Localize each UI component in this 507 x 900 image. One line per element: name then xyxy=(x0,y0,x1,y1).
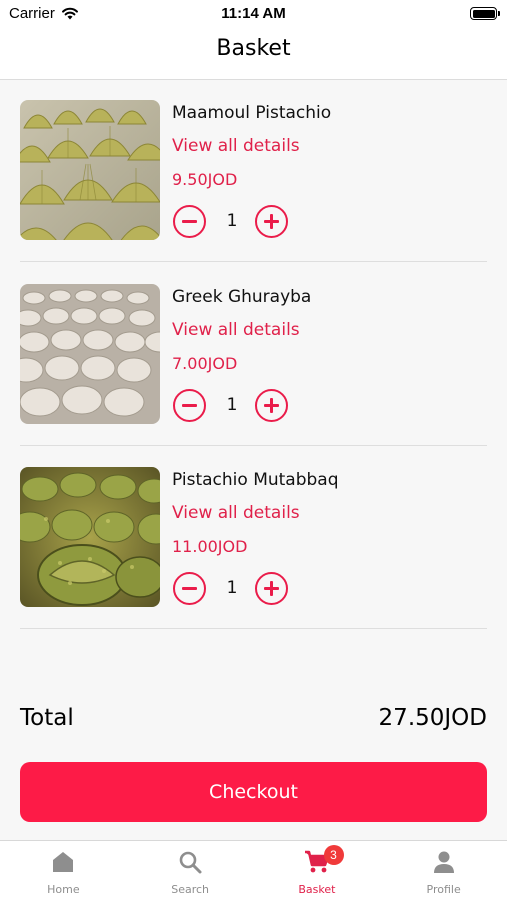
tab-bar: Home Search 3 Basket Profile xyxy=(0,840,507,900)
checkout-button[interactable]: Checkout xyxy=(20,762,487,822)
status-bar: Carrier 11:14 AM xyxy=(0,0,507,28)
status-time: 11:14 AM xyxy=(221,5,286,22)
home-icon xyxy=(50,849,76,875)
view-details-link[interactable]: View all details xyxy=(172,320,300,340)
ghurayba-photo xyxy=(20,284,160,424)
view-details-link[interactable]: View all details xyxy=(172,136,300,156)
basket-item: Maamoul Pistachio View all details 9.50J… xyxy=(20,100,487,262)
tab-label: Basket xyxy=(298,883,336,896)
item-name: Pistachio Mutabbaq xyxy=(172,470,339,490)
tab-search[interactable]: Search xyxy=(127,841,254,900)
tab-label: Search xyxy=(171,883,210,896)
search-icon xyxy=(177,849,203,875)
item-name: Maamoul Pistachio xyxy=(172,103,332,123)
decrease-quantity-button[interactable] xyxy=(173,389,206,422)
item-name: Greek Ghurayba xyxy=(172,287,312,307)
increase-quantity-button[interactable] xyxy=(255,389,288,422)
total-value: 27.50JOD xyxy=(378,705,487,731)
nav-header: Basket xyxy=(0,28,507,80)
tab-profile[interactable]: Profile xyxy=(380,841,507,900)
mutabbaq-photo xyxy=(20,467,160,607)
basket-item: Pistachio Mutabbaq View all details 11.0… xyxy=(20,467,487,629)
quantity-value: 1 xyxy=(226,211,238,231)
total-label: Total xyxy=(20,705,74,731)
quantity-value: 1 xyxy=(226,578,238,598)
increase-quantity-button[interactable] xyxy=(255,205,288,238)
tab-basket[interactable]: 3 Basket xyxy=(254,841,381,900)
person-icon xyxy=(431,849,457,875)
tab-home[interactable]: Home xyxy=(0,841,127,900)
item-price: 9.50JOD xyxy=(172,170,238,189)
page-title: Basket xyxy=(216,36,291,61)
tab-label: Home xyxy=(47,883,80,896)
quantity-value: 1 xyxy=(226,395,238,415)
increase-quantity-button[interactable] xyxy=(255,572,288,605)
item-price: 11.00JOD xyxy=(172,537,248,556)
decrease-quantity-button[interactable] xyxy=(173,205,206,238)
tab-label: Profile xyxy=(426,883,461,896)
decrease-quantity-button[interactable] xyxy=(173,572,206,605)
battery-icon xyxy=(470,7,500,20)
basket-item: Greek Ghurayba View all details 7.00JOD … xyxy=(20,284,487,446)
item-price: 7.00JOD xyxy=(172,354,238,373)
view-details-link[interactable]: View all details xyxy=(172,503,300,523)
basket-count-badge: 3 xyxy=(323,845,344,865)
maamoul-photo xyxy=(20,100,160,240)
